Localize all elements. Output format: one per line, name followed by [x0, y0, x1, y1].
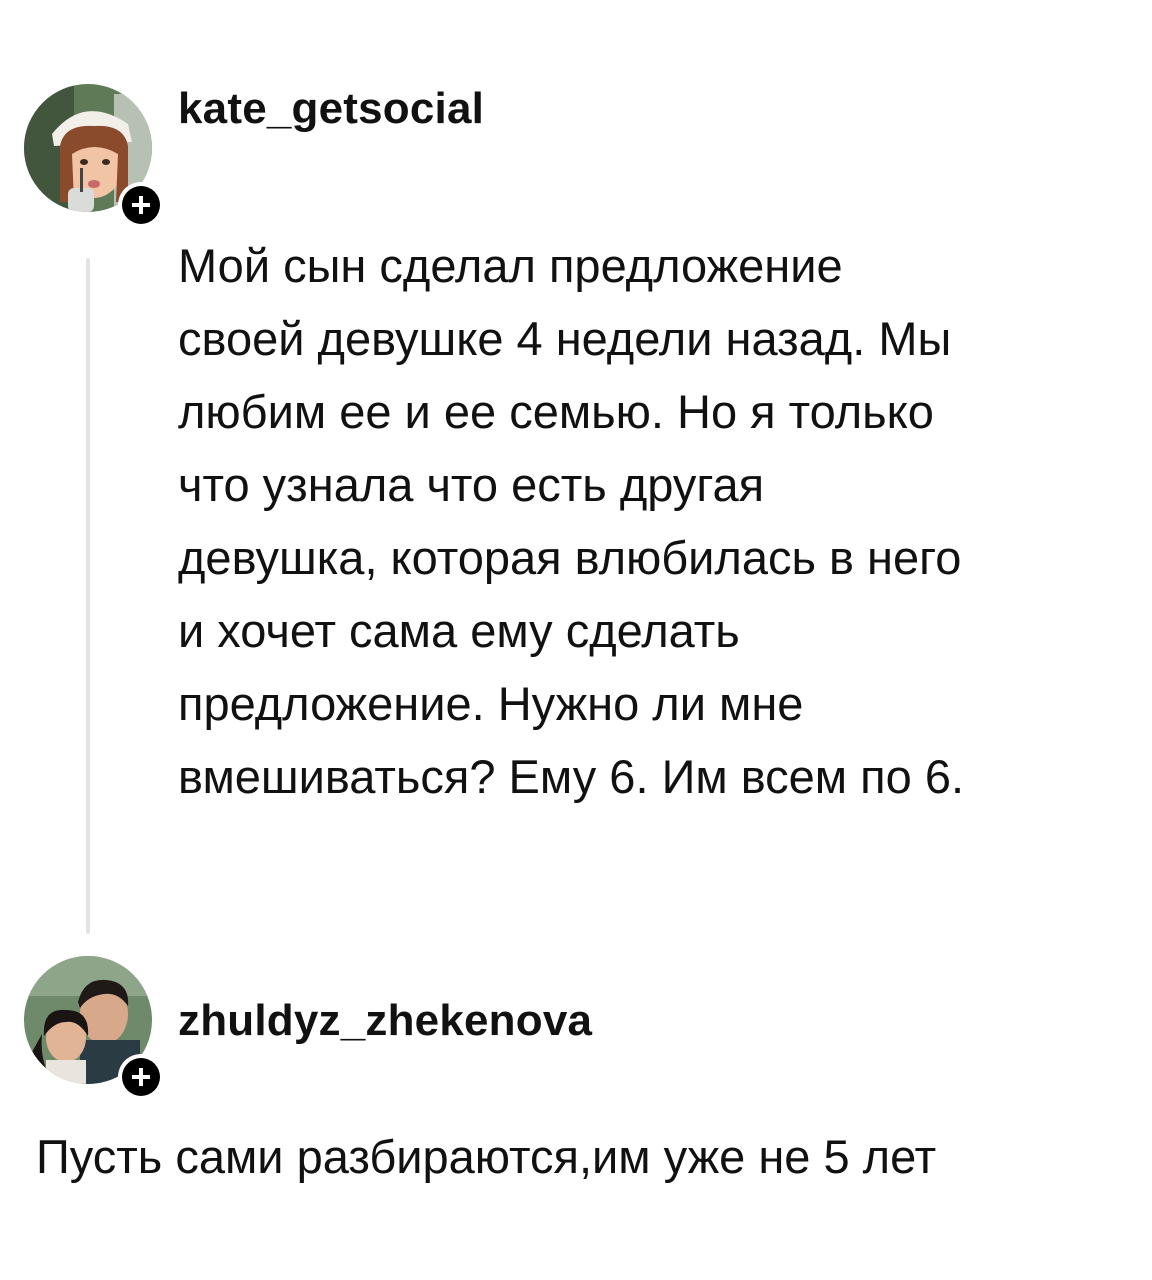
text-line: девушка, которая влюбилась в него: [178, 531, 962, 584]
avatar-kate[interactable]: [24, 84, 164, 228]
follow-button[interactable]: [118, 1054, 164, 1100]
text-line: своей девушке 4 недели назад. Мы: [178, 312, 952, 365]
post-2: zhuldyz_zhekenova Пусть сами разбираются…: [0, 940, 1152, 1280]
plus-icon: [122, 1058, 160, 1096]
text-line: и хочет сама ему сделать: [178, 604, 740, 657]
text-line: вмешиваться? Ему 6. Им всем по 6.: [178, 750, 965, 803]
post-text: Мой сын сделал предложение своей девушке…: [178, 229, 964, 813]
post-text: Пусть сами разбираются,им уже не 5 лет: [36, 1120, 936, 1193]
username[interactable]: zhuldyz_zhekenova: [178, 996, 592, 1046]
text-line: любим ее и ее семью. Но я только: [178, 385, 934, 438]
text-line: Мой сын сделал предложение: [178, 239, 843, 292]
avatar-zhuldyz[interactable]: [24, 956, 164, 1100]
follow-button[interactable]: [118, 182, 164, 228]
post-1: kate_getsocial Мой сын сделал предложени…: [0, 0, 1152, 940]
plus-icon: [122, 186, 160, 224]
text-line: предложение. Нужно ли мне: [178, 677, 804, 730]
thread-line: [86, 258, 90, 934]
username[interactable]: kate_getsocial: [178, 84, 484, 134]
text-line: Пусть сами разбираются,им уже не 5 лет: [36, 1130, 937, 1183]
text-line: что узнала что есть другая: [178, 458, 765, 511]
